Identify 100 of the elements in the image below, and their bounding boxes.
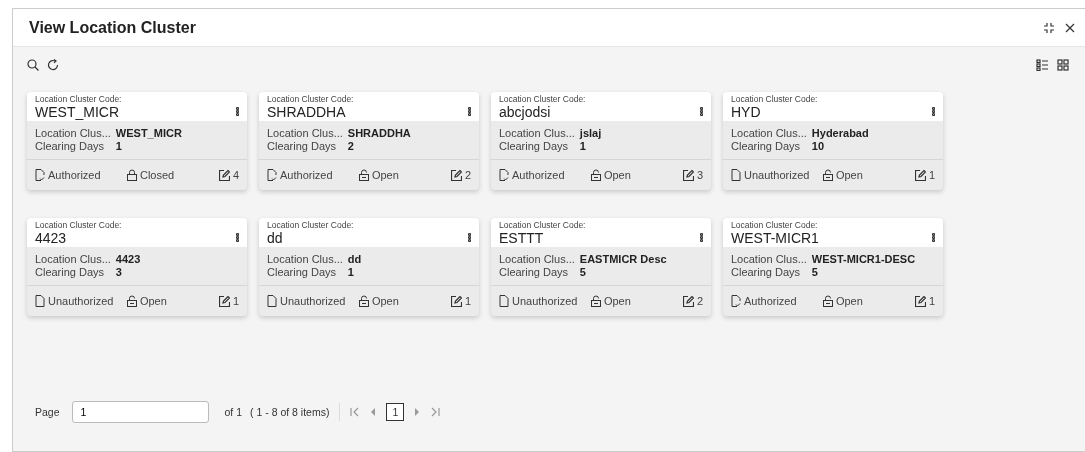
current-page[interactable]: 1: [386, 403, 405, 421]
auth-status: Unauthorized: [512, 295, 578, 307]
cluster-code: dd: [267, 230, 283, 247]
field-label: Clearing Days: [35, 140, 106, 153]
item-range: ( 1 - 8 of 8 items): [250, 406, 330, 418]
close-icon[interactable]: [1065, 22, 1075, 33]
field-value: 10: [811, 140, 826, 153]
auth-status: Unauthorized: [280, 295, 346, 307]
first-page-icon[interactable]: [350, 407, 361, 417]
cluster-card[interactable]: Location Cluster Code: WEST-MICR1 Location Clus... WEST-MICR1-DESC Clearing Days 5 Authorized Open 1: [723, 218, 943, 316]
auth-status: Authorized: [280, 169, 333, 181]
more-options-icon[interactable]: [932, 233, 935, 242]
field-label: Location Cluster Code:: [499, 220, 587, 230]
auth-status: Unauthorized: [744, 169, 810, 181]
cluster-card[interactable]: Location Cluster Code: ESTTT Location Clus... EASTMICR Desc Clearing Days 5 Unauthorized Open 2: [491, 218, 711, 316]
field-value: WEST-MICR1-DESC: [811, 253, 917, 266]
field-label: Location Cluster Code:: [35, 220, 123, 230]
record-status: Open: [835, 295, 863, 307]
edit-icon: [914, 295, 926, 307]
field-value: SHRADDHA: [347, 127, 412, 140]
field-label: Location Clus...: [35, 127, 111, 140]
page-count: of 1: [224, 406, 243, 418]
field-label: Location Cluster Code:: [499, 94, 587, 104]
field-label: Clearing Days: [499, 140, 570, 153]
field-value: EASTMICR Desc: [579, 253, 668, 266]
record-status: Open: [603, 169, 631, 181]
modification-count: 1: [464, 295, 471, 307]
refresh-icon[interactable]: [47, 59, 59, 71]
field-value: 1: [347, 266, 355, 279]
previous-page-icon[interactable]: [370, 408, 377, 416]
page-label: Page: [35, 406, 60, 418]
cluster-card[interactable]: Location Cluster Code: HYD Location Clus... Hyderabad Clearing Days 10 Unauthorized Open 1: [723, 92, 943, 190]
more-options-icon[interactable]: [236, 233, 239, 242]
modification-count: 3: [696, 169, 703, 181]
cluster-card[interactable]: Location Cluster Code: 4423 Location Clus... 4423 Clearing Days 3 Unauthorized Open 1: [27, 218, 247, 316]
field-label: Location Cluster Code:: [731, 94, 819, 104]
field-value: 1: [579, 140, 587, 153]
field-label: Clearing Days: [731, 140, 802, 153]
field-label: Location Cluster Code:: [731, 220, 819, 230]
cluster-code: 4423: [35, 230, 67, 247]
cluster-card[interactable]: Location Cluster Code: SHRADDHA Location Clus... SHRADDHA Clearing Days 2 Authorized Open 2: [259, 92, 479, 190]
field-value: WEST_MICR: [115, 127, 183, 140]
cluster-card[interactable]: Location Cluster Code: WEST_MICR Location Clus... WEST_MICR Clearing Days 1 Authorized Closed 4: [27, 92, 247, 190]
next-page-icon[interactable]: [414, 408, 421, 416]
field-label: Clearing Days: [499, 266, 570, 279]
auth-status: Authorized: [512, 169, 565, 181]
more-options-icon[interactable]: [468, 233, 471, 242]
record-status: Open: [139, 295, 167, 307]
edit-icon: [218, 169, 230, 181]
edit-icon: [450, 169, 462, 181]
edit-icon: [450, 295, 462, 307]
field-label: Clearing Days: [267, 140, 338, 153]
record-status: Open: [371, 169, 399, 181]
search-icon[interactable]: [27, 59, 39, 71]
field-label: Location Cluster Code:: [35, 94, 123, 104]
edit-icon: [682, 295, 694, 307]
cluster-card[interactable]: Location Cluster Code: dd Location Clus... dd Clearing Days 1 Unauthorized Open 1: [259, 218, 479, 316]
field-label: Clearing Days: [35, 266, 106, 279]
field-label: Location Clus...: [35, 253, 111, 266]
more-options-icon[interactable]: [700, 233, 703, 242]
auth-status: Unauthorized: [48, 295, 114, 307]
field-value: 5: [579, 266, 587, 279]
cluster-code: abcjodsi: [499, 104, 551, 121]
more-options-icon[interactable]: [700, 107, 703, 116]
field-label: Location Cluster Code:: [267, 220, 355, 230]
field-value: 3: [115, 266, 123, 279]
auth-status: Authorized: [744, 295, 797, 307]
more-options-icon[interactable]: [236, 107, 239, 116]
more-options-icon[interactable]: [468, 107, 471, 116]
last-page-icon[interactable]: [430, 407, 441, 417]
modification-count: 1: [928, 169, 935, 181]
list-view-icon[interactable]: [1036, 59, 1049, 71]
record-status: Open: [603, 295, 631, 307]
field-label: Location Clus...: [499, 127, 575, 140]
field-label: Location Cluster Code:: [267, 94, 355, 104]
collapse-icon[interactable]: [1043, 21, 1055, 34]
field-label: Location Clus...: [499, 253, 575, 266]
cluster-code: HYD: [731, 104, 761, 121]
auth-status: Authorized: [48, 169, 101, 181]
modification-count: 1: [232, 295, 239, 307]
field-value: dd: [347, 253, 363, 266]
modification-count: 2: [696, 295, 703, 307]
field-value: 5: [811, 266, 819, 279]
edit-icon: [682, 169, 694, 181]
cluster-card[interactable]: Location Cluster Code: abcjodsi Location Clus... jslaj Clearing Days 1 Authorized Open 3: [491, 92, 711, 190]
more-options-icon[interactable]: [932, 107, 935, 116]
field-label: Location Clus...: [731, 253, 807, 266]
modification-count: 4: [232, 169, 239, 181]
window-title: View Location Cluster: [29, 18, 197, 37]
modification-count: 1: [928, 295, 935, 307]
field-label: Location Clus...: [267, 253, 343, 266]
field-value: 4423: [115, 253, 142, 266]
record-status: Closed: [139, 169, 175, 181]
page-input[interactable]: 1: [71, 401, 209, 423]
field-value: 1: [115, 140, 123, 153]
cluster-code: WEST-MICR1: [731, 230, 819, 247]
grid-view-icon[interactable]: [1057, 59, 1069, 71]
field-label: Location Clus...: [267, 127, 343, 140]
field-label: Clearing Days: [267, 266, 338, 279]
field-label: Clearing Days: [731, 266, 802, 279]
